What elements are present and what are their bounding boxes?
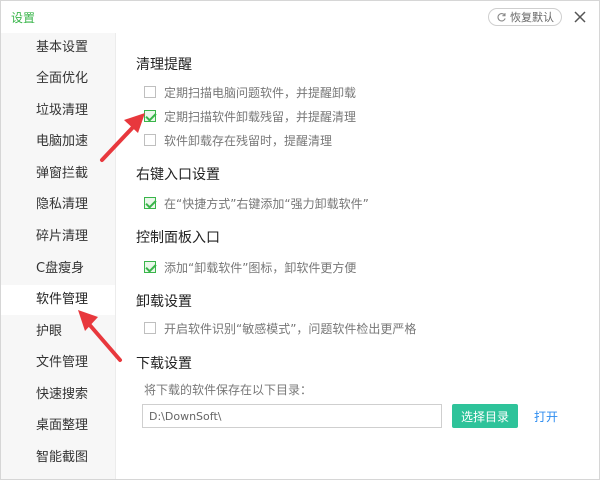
download-path-label: 将下载的软件保存在以下目录： xyxy=(144,383,313,397)
sidebar-item-file-manage[interactable]: 文件管理 xyxy=(1,348,115,378)
sidebar-item-c-drive-slim[interactable]: C盘瘦身 xyxy=(1,254,115,284)
open-directory-link[interactable]: 打开 xyxy=(534,408,558,425)
sidebar-item-label: 快速搜索 xyxy=(36,387,89,402)
settings-content: 清理提醒 定期扫描电脑问题软件，并提醒卸载 定期扫描软件卸载残留，并提醒清理 软… xyxy=(116,33,599,479)
sidebar-item-label: 垃圾清理 xyxy=(36,103,89,118)
checkbox[interactable] xyxy=(144,134,156,146)
option-scan-uninstall-residue[interactable]: 定期扫描软件卸载残留，并提醒清理 xyxy=(144,108,356,124)
sidebar-item-label: 全面优化 xyxy=(36,71,89,86)
sidebar-item-label: 护眼 xyxy=(36,324,63,339)
restore-icon xyxy=(497,12,506,21)
sidebar-item-label: 智能截图 xyxy=(36,450,89,465)
option-label: 软件卸载存在残留时，提醒清理 xyxy=(164,133,333,148)
option-label: 在“快捷方式”右键添加“强力卸载软件” xyxy=(164,196,369,211)
sidebar-item-basic[interactable]: 基本设置 xyxy=(1,33,115,63)
sidebar-item-label: 电脑加速 xyxy=(36,134,89,149)
sidebar-item-label: 弹窗拦截 xyxy=(36,166,89,181)
section-title-control-panel: 控制面板入口 xyxy=(136,230,220,246)
option-control-panel-icon[interactable]: 添加“卸载软件”图标，卸软件更方便 xyxy=(144,259,356,275)
sidebar-item-eye-care[interactable]: 护眼 xyxy=(1,317,115,347)
title-bar: 设置 恢复默认 xyxy=(1,1,599,33)
sidebar: 基本设置 全面优化 垃圾清理 电脑加速 弹窗拦截 隐私清理 碎片清理 C盘瘦身 … xyxy=(1,33,116,479)
sidebar-item-speedup[interactable]: 电脑加速 xyxy=(1,127,115,157)
sidebar-item-privacy-clean[interactable]: 隐私清理 xyxy=(1,190,115,220)
sidebar-item-software-manage[interactable]: 软件管理 xyxy=(1,285,115,315)
option-context-menu-uninstall[interactable]: 在“快捷方式”右键添加“强力卸载软件” xyxy=(144,195,369,211)
checkbox[interactable] xyxy=(144,322,156,334)
sidebar-item-label: 文件管理 xyxy=(36,355,89,370)
sidebar-item-fragment-clean[interactable]: 碎片清理 xyxy=(1,222,115,252)
option-label: 定期扫描软件卸载残留，并提醒清理 xyxy=(164,109,357,124)
download-path-input[interactable] xyxy=(142,404,442,428)
sidebar-item-popup-block[interactable]: 弹窗拦截 xyxy=(1,159,115,189)
sidebar-item-label: C盘瘦身 xyxy=(36,261,85,276)
sidebar-item-desktop-organize[interactable]: 桌面整理 xyxy=(1,411,115,441)
checkbox-checked[interactable] xyxy=(144,261,156,273)
sidebar-item-label: 基本设置 xyxy=(36,40,89,55)
sidebar-item-label: 隐私清理 xyxy=(36,197,89,212)
sidebar-item-smart-screenshot[interactable]: 智能截图 xyxy=(1,443,115,473)
sidebar-item-label: 软件管理 xyxy=(36,292,89,307)
section-title-context-menu: 右键入口设置 xyxy=(136,167,220,183)
sidebar-item-quick-search[interactable]: 快速搜索 xyxy=(1,380,115,410)
window-title: 设置 xyxy=(11,11,36,25)
restore-defaults-label: 恢复默认 xyxy=(510,11,554,24)
sidebar-item-junk-clean[interactable]: 垃圾清理 xyxy=(1,96,115,126)
option-label: 定期扫描电脑问题软件，并提醒卸载 xyxy=(164,85,357,100)
section-title-uninstall: 卸载设置 xyxy=(136,294,192,310)
sidebar-item-label: 碎片清理 xyxy=(36,229,89,244)
checkbox[interactable] xyxy=(144,86,156,98)
restore-defaults-button[interactable]: 恢复默认 xyxy=(488,8,562,26)
option-scan-problem-software[interactable]: 定期扫描电脑问题软件，并提醒卸载 xyxy=(144,84,356,100)
sidebar-item-label: 桌面整理 xyxy=(36,418,89,433)
settings-window: 设置 恢复默认 基本设置 全面优化 垃圾清理 电脑加速 弹窗拦截 隐私清理 碎片… xyxy=(0,0,600,480)
section-title-clean-reminder: 清理提醒 xyxy=(136,57,192,73)
close-icon[interactable] xyxy=(570,7,590,27)
sidebar-item-optimize[interactable]: 全面优化 xyxy=(1,64,115,94)
choose-directory-button[interactable]: 选择目录 xyxy=(452,404,518,428)
option-label: 添加“卸载软件”图标，卸软件更方便 xyxy=(164,260,357,275)
checkbox-checked[interactable] xyxy=(144,197,156,209)
section-title-download: 下载设置 xyxy=(136,356,192,372)
option-label: 开启软件识别“敏感模式”，问题软件检出更严格 xyxy=(164,321,417,336)
checkbox-checked[interactable] xyxy=(144,110,156,122)
option-sensitive-mode[interactable]: 开启软件识别“敏感模式”，问题软件检出更严格 xyxy=(144,320,416,336)
option-residue-reminder[interactable]: 软件卸载存在残留时，提醒清理 xyxy=(144,132,332,148)
